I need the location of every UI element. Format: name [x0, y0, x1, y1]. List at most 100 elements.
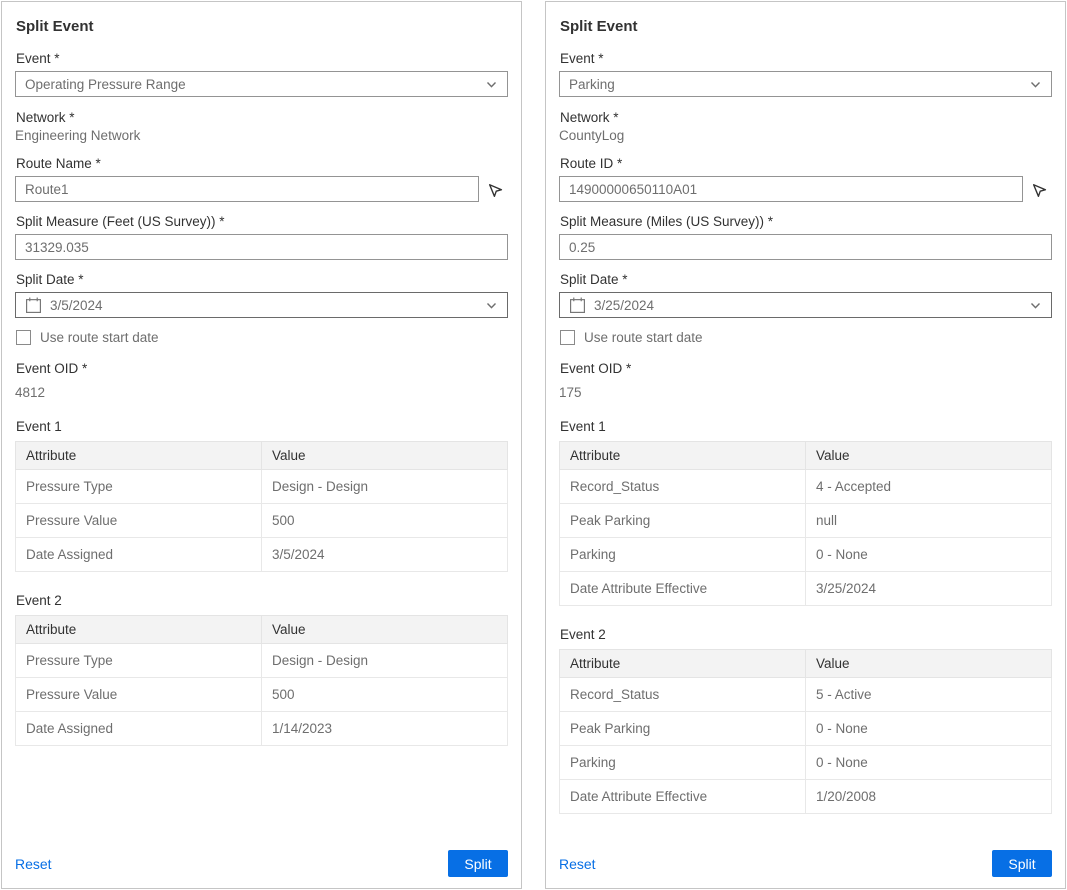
table-header-row: Attribute Value	[560, 650, 1052, 678]
measure-input[interactable]	[559, 234, 1052, 260]
table-row: Date Attribute Effective 1/20/2008	[560, 780, 1052, 814]
value-cell: 0 - None	[806, 746, 1052, 780]
table-row: Pressure Value 500	[16, 678, 508, 712]
route-field: Route Name *	[15, 156, 508, 202]
date-field: Split Date * 3/25/2024	[559, 272, 1052, 318]
use-route-start-date-label: Use route start date	[40, 330, 159, 345]
event-field: Event * Parking	[559, 51, 1052, 97]
attribute-column-header: Attribute	[560, 442, 806, 470]
date-field: Split Date * 3/5/2024	[15, 272, 508, 318]
attribute-cell: Date Attribute Effective	[560, 780, 806, 814]
route-label: Route Name *	[16, 156, 508, 171]
select-route-arrow-icon[interactable]	[482, 176, 508, 202]
use-route-start-date-row: Use route start date	[16, 330, 508, 345]
table-row: Peak Parking 0 - None	[560, 712, 1052, 746]
route-label: Route ID *	[560, 156, 1052, 171]
value-cell: 1/14/2023	[262, 712, 508, 746]
event-select-value: Parking	[569, 77, 1029, 92]
event-oid-label: Event OID *	[16, 361, 508, 376]
chevron-down-icon	[1029, 78, 1042, 91]
chevron-down-icon	[485, 299, 498, 312]
value-cell: 0 - None	[806, 712, 1052, 746]
attribute-cell: Peak Parking	[560, 712, 806, 746]
event1-table: Attribute Value Record_Status 4 - Accept…	[559, 441, 1052, 606]
attribute-cell: Date Attribute Effective	[560, 572, 806, 606]
measure-input[interactable]	[15, 234, 508, 260]
event-oid-value: 4812	[15, 384, 508, 402]
split-button[interactable]: Split	[448, 850, 508, 877]
date-label: Split Date *	[560, 272, 1052, 287]
date-picker[interactable]: 3/5/2024	[15, 292, 508, 318]
panel-actions: Reset Split	[15, 850, 508, 877]
network-label: Network *	[16, 110, 508, 125]
network-field: Network * Engineering Network	[15, 110, 508, 145]
table-header-row: Attribute Value	[16, 616, 508, 644]
use-route-start-date-checkbox[interactable]	[560, 330, 575, 345]
event1-section-title: Event 1	[560, 419, 1052, 434]
event-select[interactable]: Operating Pressure Range	[15, 71, 508, 97]
event-label: Event *	[560, 51, 1052, 66]
value-cell: Design - Design	[262, 470, 508, 504]
event-label: Event *	[16, 51, 508, 66]
chevron-down-icon	[485, 78, 498, 91]
table-row: Pressure Value 500	[16, 504, 508, 538]
use-route-start-date-row: Use route start date	[560, 330, 1052, 345]
event-select-value: Operating Pressure Range	[25, 77, 485, 92]
event-oid-value: 175	[559, 384, 1052, 402]
attribute-cell: Date Assigned	[16, 712, 262, 746]
route-field: Route ID *	[559, 156, 1052, 202]
table-header-row: Attribute Value	[16, 442, 508, 470]
network-label: Network *	[560, 110, 1052, 125]
attribute-cell: Peak Parking	[560, 504, 806, 538]
table-header-row: Attribute Value	[560, 442, 1052, 470]
route-input[interactable]	[15, 176, 479, 202]
select-route-arrow-icon[interactable]	[1026, 176, 1052, 202]
chevron-down-icon	[1029, 299, 1042, 312]
value-cell: 5 - Active	[806, 678, 1052, 712]
table-row: Date Assigned 1/14/2023	[16, 712, 508, 746]
value-column-header: Value	[262, 616, 508, 644]
network-field: Network * CountyLog	[559, 110, 1052, 145]
panel-title: Split Event	[560, 18, 1052, 35]
event-oid-field: Event OID * 4812	[15, 361, 508, 402]
table-row: Parking 0 - None	[560, 746, 1052, 780]
route-input[interactable]	[559, 176, 1023, 202]
value-cell: Design - Design	[262, 644, 508, 678]
measure-field: Split Measure (Miles (US Survey)) *	[559, 214, 1052, 260]
attribute-cell: Record_Status	[560, 678, 806, 712]
date-picker[interactable]: 3/25/2024	[559, 292, 1052, 318]
attribute-column-header: Attribute	[560, 650, 806, 678]
event-select[interactable]: Parking	[559, 71, 1052, 97]
event2-table: Attribute Value Record_Status 5 - Active…	[559, 649, 1052, 814]
attribute-cell: Parking	[560, 538, 806, 572]
use-route-start-date-checkbox[interactable]	[16, 330, 31, 345]
event2-table: Attribute Value Pressure Type Design - D…	[15, 615, 508, 746]
value-cell: 3/25/2024	[806, 572, 1052, 606]
event-oid-field: Event OID * 175	[559, 361, 1052, 402]
calendar-icon	[25, 297, 42, 314]
attribute-cell: Pressure Value	[16, 504, 262, 538]
reset-button[interactable]: Reset	[559, 856, 596, 872]
event1-table: Attribute Value Pressure Type Design - D…	[15, 441, 508, 572]
reset-button[interactable]: Reset	[15, 856, 52, 872]
split-button[interactable]: Split	[992, 850, 1052, 877]
event1-section-title: Event 1	[16, 419, 508, 434]
attribute-column-header: Attribute	[16, 616, 262, 644]
value-cell: 500	[262, 504, 508, 538]
table-row: Record_Status 5 - Active	[560, 678, 1052, 712]
use-route-start-date-label: Use route start date	[584, 330, 703, 345]
value-cell: 500	[262, 678, 508, 712]
attribute-cell: Pressure Value	[16, 678, 262, 712]
event2-section-title: Event 2	[16, 593, 508, 608]
attribute-column-header: Attribute	[16, 442, 262, 470]
table-row: Record_Status 4 - Accepted	[560, 470, 1052, 504]
value-cell: 0 - None	[806, 538, 1052, 572]
table-row: Date Attribute Effective 3/25/2024	[560, 572, 1052, 606]
table-row: Peak Parking null	[560, 504, 1052, 538]
event-field: Event * Operating Pressure Range	[15, 51, 508, 97]
value-cell: null	[806, 504, 1052, 538]
date-value: 3/5/2024	[50, 298, 485, 313]
value-column-header: Value	[262, 442, 508, 470]
table-row: Pressure Type Design - Design	[16, 470, 508, 504]
panel-title: Split Event	[16, 18, 508, 35]
